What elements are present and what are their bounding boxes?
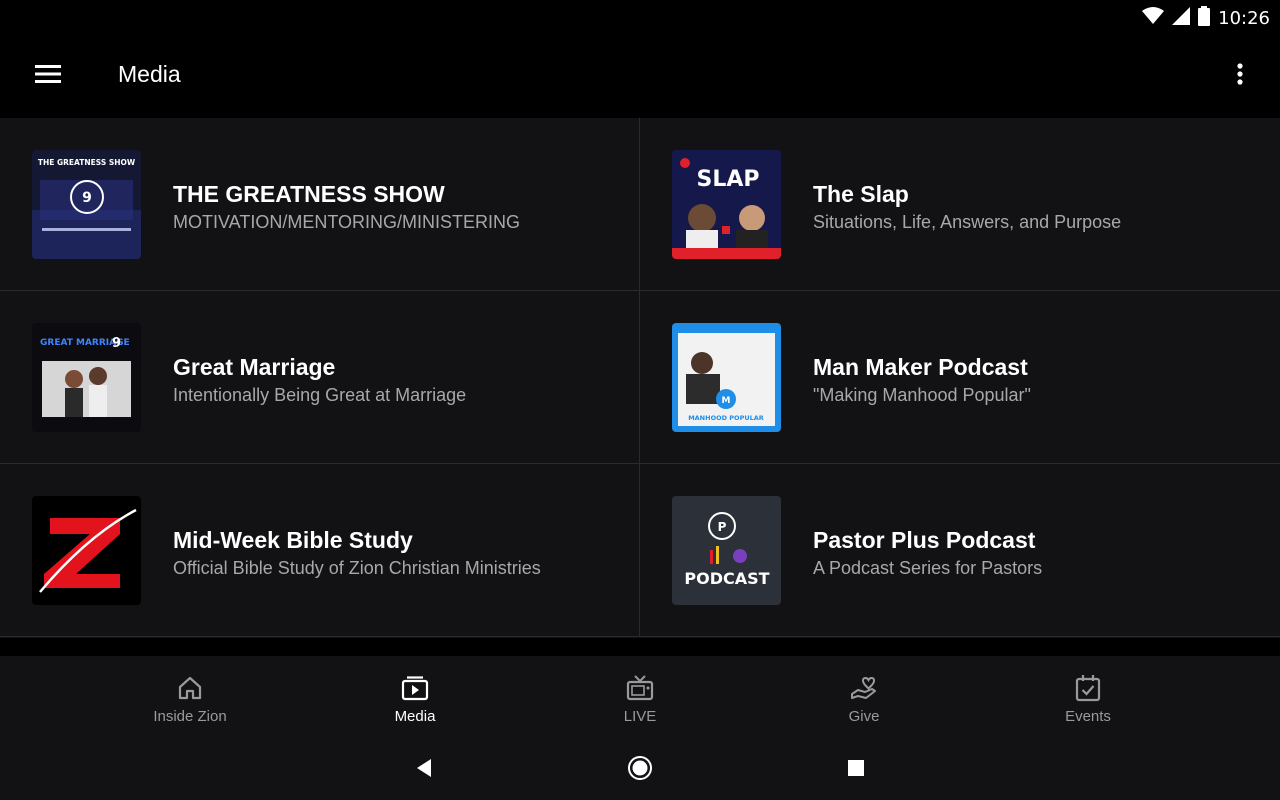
media-title: THE GREATNESS SHOW [173,181,445,207]
media-card-man-maker-podcast[interactable]: M MANHOOD POPULAR Man Maker Podcast "Mak… [640,291,1280,464]
status-icons: 10:26 [1142,6,1270,31]
recents-square-icon [847,759,865,782]
nav-label: LIVE [623,708,657,725]
nav-events[interactable]: Events [1018,656,1158,740]
bottom-navigation: Inside Zion Media LIVE Give Events [0,656,1280,740]
status-time: 10:26 [1218,8,1270,29]
media-card-text: THE GREATNESS SHOW MOTIVATION/MENTORING/… [173,180,619,234]
home-icon [176,674,204,702]
media-card-mid-week-bible-study[interactable]: Z Mid-Week Bible Study Official Bible St… [0,464,640,637]
svg-text:9: 9 [112,336,121,351]
media-card-greatness-show[interactable]: 9 THE GREATNESS SHOW THE GREATNESS SHOW … [0,118,640,291]
thumb-text-slap: SLAP [696,167,759,192]
svg-text:M: M [722,396,731,406]
calendar-check-icon [1074,674,1102,702]
nav-label: Give [848,708,880,725]
more-vert-icon [1237,62,1243,90]
media-list: 9 THE GREATNESS SHOW THE GREATNESS SHOW … [0,118,1280,638]
recents-button[interactable] [840,754,872,786]
media-card-the-slap[interactable]: SLAP The Slap Situations, Life, Answers,… [640,118,1280,291]
tv-icon [626,674,654,702]
back-button[interactable] [408,754,440,786]
media-title: The Slap [813,181,909,207]
app-bar: Media [0,34,1280,118]
status-bar: 10:26 [0,0,1280,34]
signal-icon [1172,7,1191,30]
thumbnail-the-slap: SLAP [672,150,781,259]
home-circle-icon [627,755,653,786]
wifi-icon [1142,7,1165,30]
nav-label: Events [1065,708,1111,725]
overflow-menu-button[interactable] [1224,58,1256,94]
media-title: Great Marriage [173,354,336,380]
home-button[interactable] [624,754,656,786]
media-icon [401,674,429,702]
thumb-text-manmaker: MANHOOD POPULAR [688,414,764,422]
media-subtitle: "Making Manhood Popular" [813,385,1031,405]
menu-button[interactable] [24,58,72,94]
thumbnail-greatness-show: 9 THE GREATNESS SHOW [32,150,141,259]
nav-label: Media [394,708,436,725]
media-card-text: The Slap Situations, Life, Answers, and … [813,180,1260,234]
media-subtitle: Intentionally Being Great at Marriage [173,385,467,405]
media-subtitle: A Podcast Series for Pastors [813,558,1043,578]
thumbnail-bible-study: Z [32,496,141,605]
media-grid: 9 THE GREATNESS SHOW THE GREATNESS SHOW … [0,118,1280,637]
media-card-text: Pastor Plus Podcast A Podcast Series for… [813,526,1260,580]
thumbnail-pastor-plus: P PODCAST [672,496,781,605]
thumbnail-man-maker: M MANHOOD POPULAR [672,323,781,432]
thumbnail-great-marriage: GREAT MARRIAGE 9 [32,323,141,432]
nav-live[interactable]: LIVE [570,656,710,740]
nav-inside-zion[interactable]: Inside Zion [120,656,260,740]
hamburger-menu-icon [35,64,61,89]
media-subtitle: Official Bible Study of Zion Christian M… [173,558,541,578]
thumb-text-pastor: PODCAST [684,569,769,588]
page-title: Media [118,61,181,87]
media-card-great-marriage[interactable]: GREAT MARRIAGE 9 Great Marriage Intentio… [0,291,640,464]
nav-give[interactable]: Give [794,656,934,740]
media-subtitle: MOTIVATION/MENTORING/MINISTERING [173,212,521,232]
media-title: Man Maker Podcast [813,354,1028,380]
media-card-pastor-plus-podcast[interactable]: P PODCAST Pastor Plus Podcast A Podcast … [640,464,1280,637]
thumb-text-greatness: THE GREATNESS SHOW [38,158,136,167]
give-heart-icon [850,674,878,702]
media-card-text: Man Maker Podcast "Making Manhood Popula… [813,353,1260,407]
back-triangle-icon [415,758,433,783]
media-title: Mid-Week Bible Study [173,527,413,553]
svg-text:9: 9 [82,190,92,206]
nav-label: Inside Zion [153,708,227,725]
nav-media[interactable]: Media [345,656,485,740]
media-card-text: Great Marriage Intentionally Being Great… [173,353,619,407]
svg-text:P: P [718,520,727,534]
system-navigation-bar [0,740,1280,800]
media-card-text: Mid-Week Bible Study Official Bible Stud… [173,526,619,580]
media-title: Pastor Plus Podcast [813,527,1036,553]
media-subtitle: Situations, Life, Answers, and Purpose [813,212,1122,232]
battery-icon [1198,6,1211,31]
